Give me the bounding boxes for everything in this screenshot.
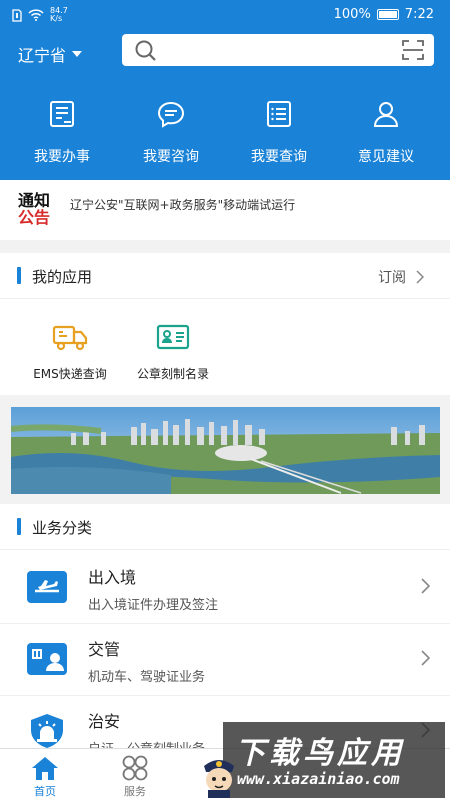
business-item-name: 出入境 (88, 568, 137, 587)
search-icon (135, 40, 156, 61)
tab-label: 服务 (124, 785, 146, 798)
quick-action-feedback[interactable]: 意见建议 (332, 100, 440, 170)
watermark-url: www.xiazainiao.com (237, 770, 400, 788)
app-label: 公章刻制名录 (136, 367, 209, 381)
tab-home[interactable]: 首页 (0, 753, 90, 799)
my-apps-header: 我的应用 订阅 (0, 253, 450, 299)
quick-action-label: 我要办事 (34, 149, 90, 165)
grid-icon (122, 755, 148, 781)
province-selector[interactable]: 辽宁省 (18, 42, 83, 66)
chat-icon (157, 101, 185, 128)
person-icon (373, 102, 399, 127)
quick-action-label: 我要查询 (251, 149, 307, 165)
chevron-right-icon (416, 270, 424, 284)
quick-action-consult[interactable]: 我要咨询 (117, 100, 225, 170)
notice-badge: 通知 公告 (18, 191, 51, 227)
quick-action-query[interactable]: 我要查询 (225, 100, 333, 170)
notice-text: 辽宁公安"互联网+政务服务"移动端试运行 (70, 198, 296, 212)
section-accent-bar (17, 267, 21, 284)
app-ems-query[interactable]: EMS快递查询 (15, 319, 125, 382)
clock: 7:22 (404, 7, 434, 22)
notice-bar[interactable]: 通知 公告 辽宁公安"互联网+政务服务"移动端试运行 (0, 180, 450, 240)
quick-action-apply[interactable]: 我要办事 (8, 100, 116, 170)
subscribe-link[interactable]: 订阅 (378, 267, 424, 287)
license-icon (27, 643, 67, 675)
watermark: 下载鸟应用 www.xiazainiao.com (223, 722, 445, 798)
section-accent-bar (17, 518, 21, 535)
home-icon (32, 757, 58, 780)
police-light-icon (31, 714, 63, 748)
battery-percent: 100% (333, 7, 371, 22)
app-seal-registry[interactable]: 公章刻制名录 (118, 319, 228, 382)
business-item-immigration[interactable]: 出入境 出入境证件办理及签注 (0, 552, 450, 624)
business-item-traffic[interactable]: 交管 机动车、驾驶证业务 (0, 624, 450, 696)
business-item-desc: 出入境证件办理及签注 (88, 598, 219, 613)
net-speed: 84.7 K/s (50, 6, 68, 23)
scan-icon[interactable] (402, 40, 424, 60)
status-bar: 84.7 K/s 100% 7:22 (0, 0, 450, 30)
search-input[interactable] (122, 34, 434, 66)
app-label: EMS快递查询 (33, 367, 107, 381)
form-icon (50, 101, 74, 127)
wifi-icon (28, 9, 44, 21)
watermark-title: 下载鸟应用 (235, 736, 405, 771)
business-title: 业务分类 (32, 519, 93, 537)
business-header: 业务分类 (0, 504, 450, 550)
tab-services[interactable]: 服务 (90, 753, 180, 799)
mascot-icon (204, 760, 234, 798)
list-icon (267, 101, 291, 127)
plane-icon (27, 571, 67, 603)
id-card-icon (156, 324, 190, 350)
business-item-desc: 机动车、驾驶证业务 (88, 670, 206, 685)
my-apps-section: 我的应用 订阅 EMS快递查询 公章刻制名录 (0, 253, 450, 395)
banner-image[interactable] (11, 407, 440, 494)
business-item-name: 交管 (88, 640, 121, 659)
tab-label: 首页 (34, 785, 56, 798)
city-panorama-image (11, 407, 440, 494)
truck-icon (52, 325, 88, 351)
quick-action-label: 意见建议 (358, 149, 414, 165)
chevron-right-icon (421, 578, 430, 594)
province-label: 辽宁省 (18, 46, 67, 65)
my-apps-title: 我的应用 (32, 268, 93, 286)
battery-icon (376, 9, 399, 20)
business-section: 业务分类 出入境 出入境证件办理及签注 交管 机动车、驾驶证业务 治安 户证、公… (0, 504, 450, 757)
quick-action-label: 我要咨询 (143, 149, 199, 165)
chevron-right-icon (421, 650, 430, 666)
sim-icon (12, 8, 22, 22)
header: 辽宁省 我要办事 我要咨询 我要查询 意见建议 (0, 30, 450, 180)
chevron-down-icon (72, 51, 83, 57)
business-item-name: 治安 (88, 712, 121, 731)
